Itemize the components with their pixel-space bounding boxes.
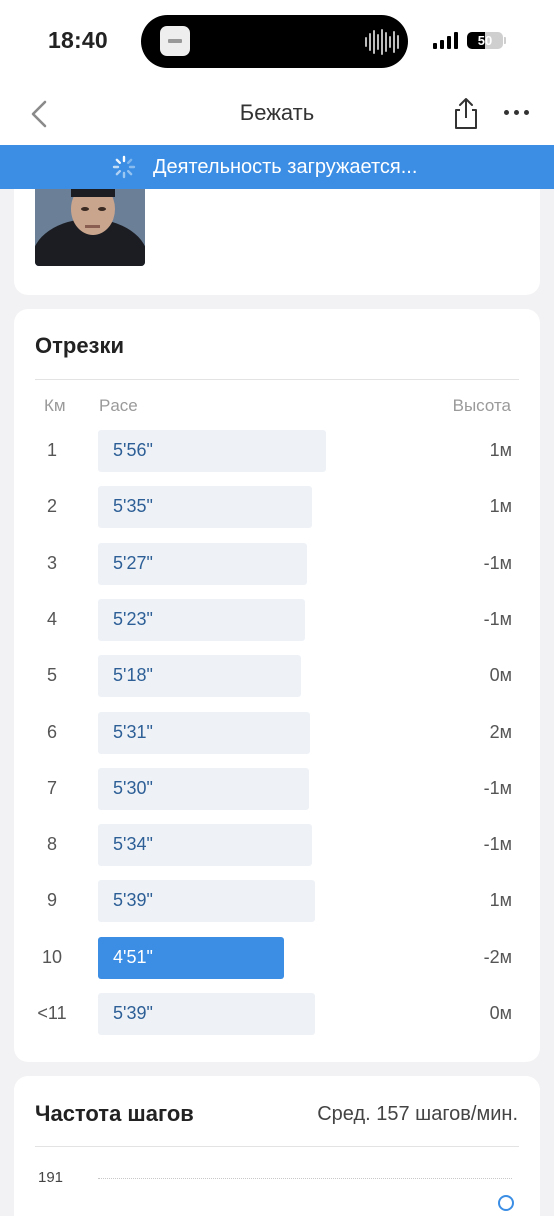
split-elevation: -1м <box>483 777 512 798</box>
split-elevation: -1м <box>483 552 512 573</box>
split-km: 4 <box>46 608 57 629</box>
split-elevation: 0м <box>489 665 512 686</box>
split-km: 7 <box>46 777 57 798</box>
elevation-column-header: Высота <box>452 396 511 415</box>
split-km: 9 <box>46 890 57 911</box>
cadence-axis-top-label: 191 <box>38 1169 64 1186</box>
split-row: 2 5'35" 1м <box>14 486 540 529</box>
split-row: 9 5'39" 1м <box>14 880 540 923</box>
split-row: 7 5'30" -1м <box>14 767 540 810</box>
split-row: 8 5'34" -1м <box>14 824 540 867</box>
dynamic-island[interactable] <box>141 15 408 68</box>
split-km: 5 <box>46 665 57 686</box>
split-elevation: 1м <box>489 890 512 911</box>
km-column-header: Км <box>44 396 66 415</box>
split-pace: 4'51" <box>113 946 153 967</box>
spinner-icon <box>112 155 136 179</box>
split-km: 3 <box>46 552 57 573</box>
split-row: 1 5'56" 1м <box>14 430 540 472</box>
more-button[interactable] <box>504 110 529 115</box>
more-icon-dot <box>524 110 529 115</box>
split-pace: 5'27" <box>113 552 153 573</box>
split-elevation: 1м <box>489 496 512 517</box>
loading-banner: Деятельность загружается... <box>0 145 554 189</box>
split-pace: 5'39" <box>113 1003 153 1023</box>
splits-title: Отрезки <box>35 333 125 358</box>
split-km: 2 <box>46 496 57 517</box>
nav-bar: Бежать <box>0 84 554 145</box>
split-km: 1 <box>46 440 57 460</box>
cadence-gridline <box>98 1178 512 1179</box>
split-km: <11 <box>37 1003 67 1023</box>
battery-icon: 50 <box>467 32 503 49</box>
split-elevation: -1м <box>483 608 512 629</box>
status-time: 18:40 <box>48 27 108 53</box>
split-km: 6 <box>46 721 57 742</box>
profile-card <box>14 189 540 295</box>
audio-wave-icon <box>365 28 399 56</box>
divider <box>35 379 519 380</box>
splits-card: Отрезки Км Pace Высота 1 5'56" 1м 2 5'35" 1м 3… <box>14 309 540 1062</box>
cadence-title: Частота шагов <box>35 1101 194 1126</box>
app-icon <box>160 26 190 56</box>
status-bar: 18:40 50 <box>0 0 554 84</box>
avatar-photo <box>35 189 145 266</box>
split-pace: 5'31" <box>113 721 153 742</box>
loading-text: Деятельность загружается... <box>153 156 418 178</box>
split-km: 10 <box>41 946 63 967</box>
battery-percent: 50 <box>477 33 493 48</box>
split-row: 10 4'51" -2м <box>14 936 540 979</box>
split-pace: 5'18" <box>113 665 153 686</box>
split-km: 8 <box>46 834 57 855</box>
avatar[interactable] <box>35 189 145 266</box>
split-pace: 5'34" <box>113 834 153 855</box>
split-pace: 5'30" <box>113 777 153 798</box>
battery-cap <box>504 37 506 44</box>
cadence-average: Сред. 157 шагов/мин. <box>317 1103 518 1125</box>
cadence-card: Частота шагов Сред. 157 шагов/мин. 191 <box>14 1076 540 1216</box>
more-icon-dot <box>504 110 509 115</box>
more-icon-dot <box>514 110 519 115</box>
split-row: 5 5'18" 0м <box>14 655 540 698</box>
split-elevation: -1м <box>483 834 512 855</box>
split-elevation: -2м <box>483 946 512 967</box>
split-elevation: 1м <box>489 440 512 460</box>
split-row: <11 5'39" 0м <box>14 993 540 1035</box>
split-pace: 5'39" <box>113 890 153 911</box>
split-row: 4 5'23" -1м <box>14 598 540 641</box>
share-button[interactable] <box>452 96 480 130</box>
split-pace: 5'35" <box>113 496 153 517</box>
split-pace: 5'23" <box>113 608 153 629</box>
split-elevation: 2м <box>489 721 512 742</box>
split-pace: 5'56" <box>113 440 153 460</box>
split-elevation: 0м <box>489 1003 512 1023</box>
split-row: 6 5'31" 2м <box>14 711 540 754</box>
cellular-signal-icon <box>433 31 458 49</box>
split-row: 3 5'27" -1м <box>14 542 540 585</box>
cadence-chart-point <box>498 1195 514 1211</box>
divider <box>35 1146 519 1147</box>
share-icon <box>455 98 477 129</box>
pace-column-header: Pace <box>99 396 138 415</box>
